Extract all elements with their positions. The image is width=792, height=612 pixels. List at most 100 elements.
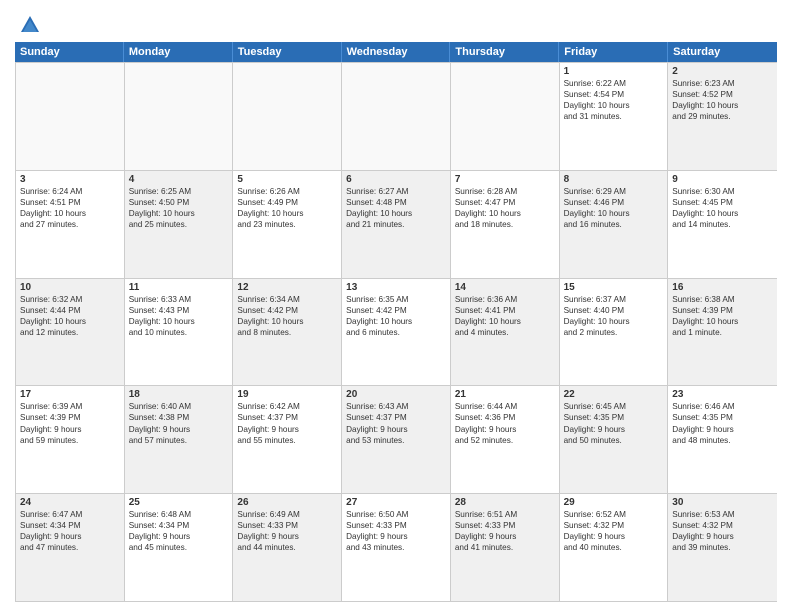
header-day-sunday: Sunday xyxy=(15,42,124,62)
calendar-cell-15: 15Sunrise: 6:37 AMSunset: 4:40 PMDayligh… xyxy=(560,279,669,386)
cell-info: Sunrise: 6:48 AMSunset: 4:34 PMDaylight:… xyxy=(129,509,229,553)
calendar-row-1: 1Sunrise: 6:22 AMSunset: 4:54 PMDaylight… xyxy=(16,63,777,171)
header xyxy=(15,10,777,36)
day-number: 22 xyxy=(564,389,664,400)
day-number: 27 xyxy=(346,497,446,508)
cell-info: Sunrise: 6:33 AMSunset: 4:43 PMDaylight:… xyxy=(129,294,229,338)
day-number: 10 xyxy=(20,282,120,293)
day-number: 3 xyxy=(20,174,120,185)
logo-icon xyxy=(19,14,41,36)
calendar-cell-7: 7Sunrise: 6:28 AMSunset: 4:47 PMDaylight… xyxy=(451,171,560,278)
calendar-row-5: 24Sunrise: 6:47 AMSunset: 4:34 PMDayligh… xyxy=(16,494,777,602)
calendar-cell-empty xyxy=(233,63,342,170)
cell-info: Sunrise: 6:43 AMSunset: 4:37 PMDaylight:… xyxy=(346,401,446,445)
calendar-cell-8: 8Sunrise: 6:29 AMSunset: 4:46 PMDaylight… xyxy=(560,171,669,278)
header-day-saturday: Saturday xyxy=(668,42,777,62)
day-number: 30 xyxy=(672,497,773,508)
cell-info: Sunrise: 6:53 AMSunset: 4:32 PMDaylight:… xyxy=(672,509,773,553)
calendar-cell-empty xyxy=(16,63,125,170)
cell-info: Sunrise: 6:24 AMSunset: 4:51 PMDaylight:… xyxy=(20,186,120,230)
cell-info: Sunrise: 6:32 AMSunset: 4:44 PMDaylight:… xyxy=(20,294,120,338)
day-number: 8 xyxy=(564,174,664,185)
cell-info: Sunrise: 6:38 AMSunset: 4:39 PMDaylight:… xyxy=(672,294,773,338)
calendar-cell-empty xyxy=(342,63,451,170)
cell-info: Sunrise: 6:40 AMSunset: 4:38 PMDaylight:… xyxy=(129,401,229,445)
calendar-cell-6: 6Sunrise: 6:27 AMSunset: 4:48 PMDaylight… xyxy=(342,171,451,278)
day-number: 14 xyxy=(455,282,555,293)
calendar-row-2: 3Sunrise: 6:24 AMSunset: 4:51 PMDaylight… xyxy=(16,171,777,279)
calendar-cell-26: 26Sunrise: 6:49 AMSunset: 4:33 PMDayligh… xyxy=(233,494,342,601)
cell-info: Sunrise: 6:27 AMSunset: 4:48 PMDaylight:… xyxy=(346,186,446,230)
cell-info: Sunrise: 6:45 AMSunset: 4:35 PMDaylight:… xyxy=(564,401,664,445)
logo xyxy=(15,14,41,36)
cell-info: Sunrise: 6:49 AMSunset: 4:33 PMDaylight:… xyxy=(237,509,337,553)
cell-info: Sunrise: 6:42 AMSunset: 4:37 PMDaylight:… xyxy=(237,401,337,445)
calendar-row-4: 17Sunrise: 6:39 AMSunset: 4:39 PMDayligh… xyxy=(16,386,777,494)
calendar-cell-23: 23Sunrise: 6:46 AMSunset: 4:35 PMDayligh… xyxy=(668,386,777,493)
day-number: 12 xyxy=(237,282,337,293)
cell-info: Sunrise: 6:35 AMSunset: 4:42 PMDaylight:… xyxy=(346,294,446,338)
day-number: 7 xyxy=(455,174,555,185)
calendar-cell-10: 10Sunrise: 6:32 AMSunset: 4:44 PMDayligh… xyxy=(16,279,125,386)
calendar-cell-13: 13Sunrise: 6:35 AMSunset: 4:42 PMDayligh… xyxy=(342,279,451,386)
day-number: 24 xyxy=(20,497,120,508)
calendar-cell-2: 2Sunrise: 6:23 AMSunset: 4:52 PMDaylight… xyxy=(668,63,777,170)
cell-info: Sunrise: 6:30 AMSunset: 4:45 PMDaylight:… xyxy=(672,186,773,230)
day-number: 15 xyxy=(564,282,664,293)
calendar-cell-25: 25Sunrise: 6:48 AMSunset: 4:34 PMDayligh… xyxy=(125,494,234,601)
day-number: 11 xyxy=(129,282,229,293)
cell-info: Sunrise: 6:29 AMSunset: 4:46 PMDaylight:… xyxy=(564,186,664,230)
header-day-tuesday: Tuesday xyxy=(233,42,342,62)
cell-info: Sunrise: 6:22 AMSunset: 4:54 PMDaylight:… xyxy=(564,78,664,122)
cell-info: Sunrise: 6:39 AMSunset: 4:39 PMDaylight:… xyxy=(20,401,120,445)
header-day-wednesday: Wednesday xyxy=(342,42,451,62)
cell-info: Sunrise: 6:34 AMSunset: 4:42 PMDaylight:… xyxy=(237,294,337,338)
cell-info: Sunrise: 6:36 AMSunset: 4:41 PMDaylight:… xyxy=(455,294,555,338)
calendar-cell-14: 14Sunrise: 6:36 AMSunset: 4:41 PMDayligh… xyxy=(451,279,560,386)
calendar-cell-21: 21Sunrise: 6:44 AMSunset: 4:36 PMDayligh… xyxy=(451,386,560,493)
day-number: 5 xyxy=(237,174,337,185)
day-number: 6 xyxy=(346,174,446,185)
calendar-body: 1Sunrise: 6:22 AMSunset: 4:54 PMDaylight… xyxy=(15,62,777,602)
calendar-row-3: 10Sunrise: 6:32 AMSunset: 4:44 PMDayligh… xyxy=(16,279,777,387)
cell-info: Sunrise: 6:37 AMSunset: 4:40 PMDaylight:… xyxy=(564,294,664,338)
day-number: 28 xyxy=(455,497,555,508)
calendar-cell-20: 20Sunrise: 6:43 AMSunset: 4:37 PMDayligh… xyxy=(342,386,451,493)
day-number: 19 xyxy=(237,389,337,400)
cell-info: Sunrise: 6:28 AMSunset: 4:47 PMDaylight:… xyxy=(455,186,555,230)
day-number: 25 xyxy=(129,497,229,508)
cell-info: Sunrise: 6:46 AMSunset: 4:35 PMDaylight:… xyxy=(672,401,773,445)
day-number: 16 xyxy=(672,282,773,293)
day-number: 23 xyxy=(672,389,773,400)
cell-info: Sunrise: 6:50 AMSunset: 4:33 PMDaylight:… xyxy=(346,509,446,553)
day-number: 13 xyxy=(346,282,446,293)
day-number: 29 xyxy=(564,497,664,508)
day-number: 1 xyxy=(564,66,664,77)
cell-info: Sunrise: 6:47 AMSunset: 4:34 PMDaylight:… xyxy=(20,509,120,553)
day-number: 18 xyxy=(129,389,229,400)
calendar-cell-16: 16Sunrise: 6:38 AMSunset: 4:39 PMDayligh… xyxy=(668,279,777,386)
calendar-cell-11: 11Sunrise: 6:33 AMSunset: 4:43 PMDayligh… xyxy=(125,279,234,386)
day-number: 9 xyxy=(672,174,773,185)
calendar-cell-18: 18Sunrise: 6:40 AMSunset: 4:38 PMDayligh… xyxy=(125,386,234,493)
calendar-cell-17: 17Sunrise: 6:39 AMSunset: 4:39 PMDayligh… xyxy=(16,386,125,493)
calendar-cell-4: 4Sunrise: 6:25 AMSunset: 4:50 PMDaylight… xyxy=(125,171,234,278)
day-number: 20 xyxy=(346,389,446,400)
calendar-cell-19: 19Sunrise: 6:42 AMSunset: 4:37 PMDayligh… xyxy=(233,386,342,493)
calendar-cell-29: 29Sunrise: 6:52 AMSunset: 4:32 PMDayligh… xyxy=(560,494,669,601)
calendar-cell-empty xyxy=(125,63,234,170)
day-number: 17 xyxy=(20,389,120,400)
calendar-cell-5: 5Sunrise: 6:26 AMSunset: 4:49 PMDaylight… xyxy=(233,171,342,278)
calendar-cell-9: 9Sunrise: 6:30 AMSunset: 4:45 PMDaylight… xyxy=(668,171,777,278)
calendar-cell-30: 30Sunrise: 6:53 AMSunset: 4:32 PMDayligh… xyxy=(668,494,777,601)
calendar-cell-1: 1Sunrise: 6:22 AMSunset: 4:54 PMDaylight… xyxy=(560,63,669,170)
day-number: 26 xyxy=(237,497,337,508)
calendar-cell-28: 28Sunrise: 6:51 AMSunset: 4:33 PMDayligh… xyxy=(451,494,560,601)
day-number: 4 xyxy=(129,174,229,185)
calendar-cell-24: 24Sunrise: 6:47 AMSunset: 4:34 PMDayligh… xyxy=(16,494,125,601)
calendar: SundayMondayTuesdayWednesdayThursdayFrid… xyxy=(15,42,777,602)
day-number: 2 xyxy=(672,66,773,77)
header-day-monday: Monday xyxy=(124,42,233,62)
cell-info: Sunrise: 6:25 AMSunset: 4:50 PMDaylight:… xyxy=(129,186,229,230)
cell-info: Sunrise: 6:52 AMSunset: 4:32 PMDaylight:… xyxy=(564,509,664,553)
